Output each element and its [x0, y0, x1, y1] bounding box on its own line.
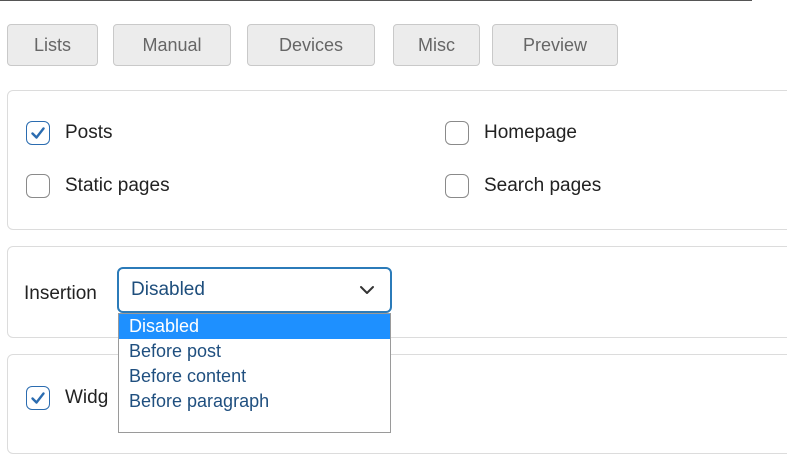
posts-option[interactable]: Posts [26, 121, 113, 145]
tab-misc[interactable]: Misc [393, 24, 480, 66]
search-pages-option[interactable]: Search pages [445, 174, 601, 198]
insertion-selected-value: Disabled [131, 279, 205, 300]
search-pages-label: Search pages [484, 175, 602, 196]
option-disabled[interactable]: Disabled [119, 314, 390, 339]
option-before-post[interactable]: Before post [119, 339, 390, 364]
widget-option[interactable]: Widg [26, 386, 108, 410]
search-pages-checkbox[interactable] [445, 174, 469, 198]
homepage-checkbox[interactable] [445, 121, 469, 145]
chevron-down-icon [360, 286, 374, 294]
checkmark-icon [31, 392, 45, 404]
display-options-panel [7, 90, 787, 230]
homepage-option[interactable]: Homepage [445, 121, 577, 145]
posts-checkbox[interactable] [26, 121, 50, 145]
widget-checkbox[interactable] [26, 386, 50, 410]
static-pages-checkbox[interactable] [26, 174, 50, 198]
tab-devices[interactable]: Devices [247, 24, 375, 66]
option-before-paragraph[interactable]: Before paragraph [119, 389, 390, 414]
static-pages-option[interactable]: Static pages [26, 174, 170, 198]
tab-preview[interactable]: Preview [492, 24, 618, 66]
insertion-dropdown-list: Disabled Before post Before content Befo… [118, 313, 391, 433]
insertion-label: Insertion [24, 283, 97, 304]
widget-label: Widg [65, 387, 109, 408]
checkmark-icon [31, 127, 45, 139]
tab-manual[interactable]: Manual [113, 24, 231, 66]
top-divider [0, 0, 752, 1]
insertion-select[interactable]: Disabled [117, 267, 392, 313]
static-pages-label: Static pages [65, 175, 170, 196]
posts-label: Posts [65, 122, 113, 143]
homepage-label: Homepage [484, 122, 577, 143]
tab-lists[interactable]: Lists [7, 24, 98, 66]
option-before-content[interactable]: Before content [119, 364, 390, 389]
